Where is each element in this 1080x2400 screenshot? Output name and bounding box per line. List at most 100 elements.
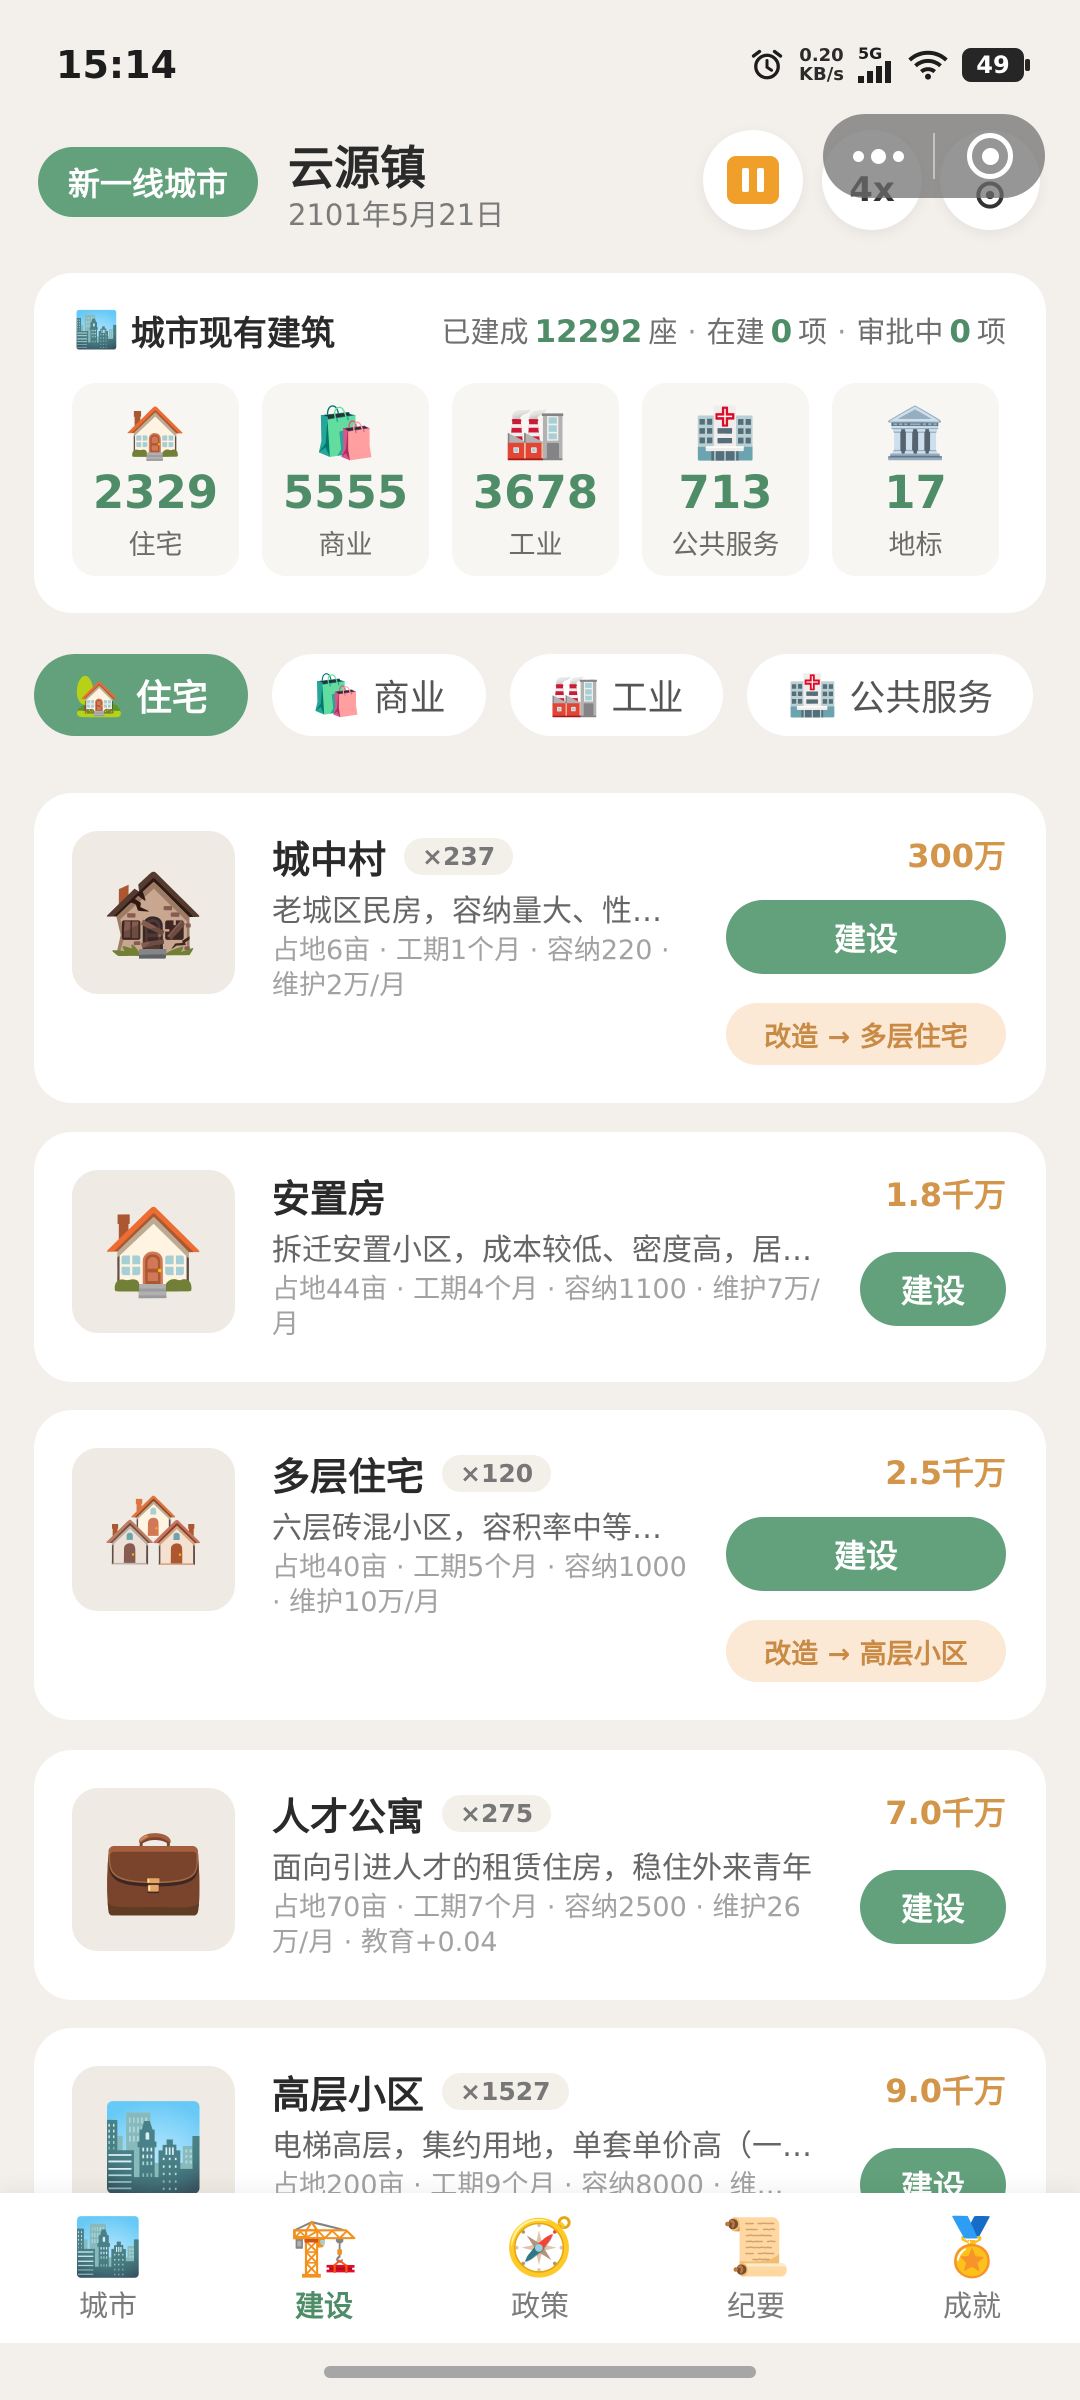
summary-header: 🏙️ 城市现有建筑 已建成 12292 座 · 在建 0 项 · 审批中 0 项 (74, 305, 1006, 355)
building-name: 城中村 (272, 838, 387, 882)
tab-label: 工业 (611, 678, 684, 719)
status-icons: 0.20 KB/s 5G 49 (749, 44, 1030, 84)
net-speed-unit: KB/s (799, 64, 844, 85)
stat-tile-landmark: 🏛️ 17 地标 (832, 383, 999, 576)
nav-policy[interactable]: 🧭 政策 (432, 2193, 648, 2343)
stat-label: 公共服务 (671, 530, 780, 561)
stat-value: 713 (678, 466, 773, 519)
tab-residential[interactable]: 🏡 住宅 (34, 654, 248, 736)
factory-icon: 🏭 (549, 672, 600, 719)
building-name: 人才公寓 (272, 1795, 425, 1839)
tab-commercial[interactable]: 🛍️ 商业 (271, 654, 486, 736)
build-button[interactable]: 建设 (860, 1252, 1006, 1326)
building-name: 多层住宅 (272, 1455, 425, 1499)
city-tier-badge: 新一线城市 (38, 147, 258, 217)
pause-icon (727, 156, 779, 204)
medal-icon: 🏅 (937, 2215, 1007, 2280)
building-list: 🏚️ 城中村 ×237 老城区民房，容纳量大、性… 占地6亩 · 工期1个月 ·… (34, 793, 1046, 2193)
close-miniapp-icon[interactable] (935, 133, 1045, 179)
nav-construction[interactable]: 🏗️ 建设 (216, 2193, 432, 2343)
network-type: 5G (858, 44, 883, 63)
more-icon[interactable] (823, 148, 933, 164)
construction-crane-icon: 🏗️ (289, 2215, 359, 2280)
building-unit: 项 (798, 315, 828, 349)
tab-public-service[interactable]: 🏥 公共服务 (747, 654, 1034, 736)
nav-city[interactable]: 🏙️ 城市 (0, 2193, 216, 2343)
owned-count-badge: ×237 (404, 838, 514, 875)
building-card-high-rise-community: 🏙️ 高层小区 ×1527 电梯高层，集约用地，单套单价高（一… 占地200亩 … (34, 2028, 1046, 2193)
build-button[interactable]: 建设 (860, 2148, 1006, 2193)
nav-label: 纪要 (726, 2289, 785, 2323)
signal-icon: 5G (858, 44, 894, 83)
factory-icon: 🏭 (504, 404, 567, 462)
building-card-urban-village: 🏚️ 城中村 ×237 老城区民房，容纳量大、性… 占地6亩 · 工期1个月 ·… (34, 793, 1046, 1103)
home-indicator[interactable] (324, 2366, 756, 2378)
network-speed: 0.20 KB/s (799, 46, 844, 84)
stats-separator: · (837, 315, 847, 349)
compass-icon: 🧭 (505, 2215, 575, 2280)
pause-button[interactable] (703, 130, 803, 230)
cityscape-icon: 🏙️ (72, 2066, 235, 2193)
stat-tile-commercial: 🛍️ 5555 商业 (262, 383, 429, 576)
summary-title: 🏙️ 城市现有建筑 (74, 306, 335, 355)
pending-prefix: 审批中 (856, 315, 944, 349)
city-skyline-icon: 🏙️ (74, 310, 119, 351)
built-unit: 座 (648, 315, 678, 349)
wifi-icon (908, 49, 948, 81)
building-meta: 占地6亩 · 工期1个月 · 容纳220 · 维护2万/月 (272, 935, 670, 1001)
building-price: 7.0千万 (885, 1794, 1006, 1832)
hospital-icon: 🏥 (694, 404, 757, 462)
building-description: 六层砖混小区，容积率中等… (272, 1511, 662, 1546)
owned-count-badge: ×120 (442, 1455, 552, 1492)
stat-label: 工业 (508, 530, 563, 561)
building-count: 0 (770, 314, 793, 350)
building-price: 2.5千万 (885, 1454, 1006, 1492)
building-card-multistory-residence: 🏘️ 多层住宅 ×120 六层砖混小区，容积率中等… 占地40亩 · 工期5个月… (34, 1410, 1046, 1720)
header: 新一线城市 云源镇 2101年5月21日 4x (0, 114, 1080, 260)
houses-icon: 🏘️ (72, 1448, 235, 1611)
building-card-resettlement-housing: 🏠 安置房 拆迁安置小区，成本较低、密度高，居… 占地44亩 · 工期4个月 ·… (34, 1132, 1046, 1382)
bottom-nav: 🏙️ 城市 🏗️ 建设 🧭 政策 📜 纪要 🏅 成就 (0, 2193, 1080, 2343)
category-tabs: 🏡 住宅 🛍️ 商业 🏭 工业 🏥 公共服务 (34, 654, 1046, 738)
stat-tile-public-service: 🏥 713 公共服务 (642, 383, 809, 576)
nav-label: 建设 (294, 2289, 353, 2323)
stat-label: 住宅 (128, 530, 183, 561)
hospital-icon: 🏥 (787, 672, 838, 719)
owned-count-badge: ×275 (442, 1795, 552, 1832)
building-description: 老城区民房，容纳量大、性… (272, 894, 662, 929)
building-name: 高层小区 (272, 2073, 425, 2117)
building-card-talent-apartment: 💼 人才公寓 ×275 面向引进人才的租赁住房，稳住外来青年 占地70亩 · 工… (34, 1750, 1046, 2000)
nav-label: 政策 (510, 2289, 569, 2323)
tab-label: 住宅 (135, 678, 208, 719)
building-name-row: 城中村 ×237 (272, 829, 514, 884)
net-speed-value: 0.20 (799, 45, 844, 66)
nav-achievements[interactable]: 🏅 成就 (864, 2193, 1080, 2343)
derelict-house-icon: 🏚️ (72, 831, 235, 994)
stat-value: 2329 (92, 466, 219, 519)
scroll-icon: 📜 (721, 2215, 791, 2280)
battery-icon: 49 (962, 48, 1030, 82)
tab-industrial[interactable]: 🏭 工业 (509, 654, 724, 736)
alarm-icon (749, 47, 785, 83)
status-time: 15:14 (56, 43, 177, 87)
building-description: 拆迁安置小区，成本较低、密度高，居… (272, 1233, 812, 1268)
briefcase-icon: 💼 (72, 1788, 235, 1951)
building-price: 9.0千万 (885, 2072, 1006, 2110)
stats-separator: · (687, 315, 697, 349)
miniapp-capsule (823, 114, 1045, 198)
stat-value: 17 (884, 466, 947, 519)
building-name-row: 高层小区 ×1527 (272, 2064, 569, 2119)
stat-tile-industrial: 🏭 3678 工业 (452, 383, 619, 576)
owned-count-badge: ×1527 (442, 2073, 569, 2110)
upgrade-button[interactable]: 改造 → 高层小区 (726, 1620, 1006, 1682)
nav-label: 成就 (942, 2289, 1001, 2323)
upgrade-button[interactable]: 改造 → 多层住宅 (726, 1003, 1006, 1065)
building-name-row: 人才公寓 ×275 (272, 1786, 552, 1841)
build-button[interactable]: 建设 (726, 1517, 1006, 1591)
shopping-bags-icon: 🛍️ (311, 672, 362, 719)
build-button[interactable]: 建设 (726, 900, 1006, 974)
classical-building-icon: 🏛️ (884, 404, 947, 462)
build-button[interactable]: 建设 (860, 1870, 1006, 1944)
building-meta: 占地70亩 · 工期7个月 · 容纳2500 · 维护26万/月 · 教育+0.… (272, 1892, 801, 1958)
nav-records[interactable]: 📜 纪要 (648, 2193, 864, 2343)
